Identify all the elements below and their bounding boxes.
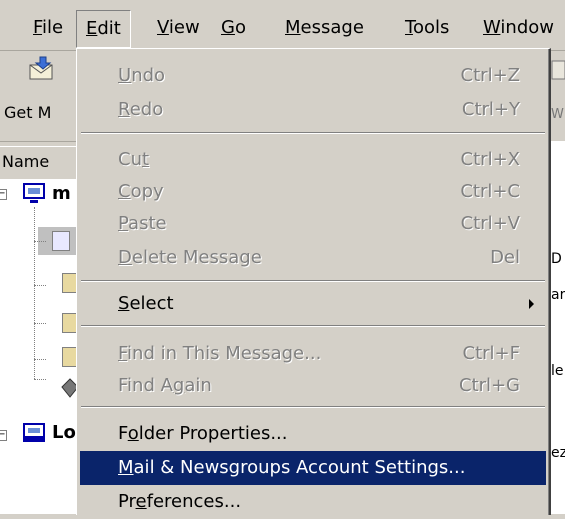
edit-menu: Undo Ctrl+Z Redo Ctrl+Y Cut Ctrl+X Copy …	[76, 48, 551, 515]
account-settings-label: Mail & Newsgroups Account Settings...	[118, 457, 466, 478]
menu-separator	[81, 280, 545, 282]
select-label: Select	[118, 293, 174, 314]
menu-go[interactable]: Go	[212, 11, 255, 45]
menu-separator	[81, 325, 545, 327]
copy-shortcut: Ctrl+C	[460, 181, 520, 202]
cut-label: Cut	[118, 149, 150, 170]
message-fragment: ez	[551, 445, 565, 461]
menu-item-paste[interactable]: Paste Ctrl+V	[80, 207, 546, 241]
menu-message[interactable]: Message	[276, 11, 373, 45]
local-folders-icon	[23, 423, 45, 442]
menu-go-label-post: o	[234, 17, 246, 38]
menu-view-label-post: iew	[168, 17, 200, 38]
message-fragment: le	[551, 363, 564, 379]
menu-tools-label-post: ools	[412, 17, 450, 38]
folder-pane: − m − Lo	[0, 179, 82, 514]
menu-window[interactable]: Window	[474, 11, 563, 45]
account2-label[interactable]: Lo	[52, 422, 76, 443]
find-again-label: Find Again	[118, 375, 212, 396]
menu-item-select[interactable]: Select	[80, 287, 546, 321]
menu-message-label-key: M	[285, 17, 301, 38]
menu-window-label-key: W	[483, 17, 501, 38]
undo-label: Undo	[118, 65, 166, 86]
find-in-message-label: Find in This Message...	[118, 343, 322, 364]
menu-item-folder-properties[interactable]: Folder Properties...	[80, 417, 546, 451]
menu-go-label-key: G	[221, 17, 235, 38]
delete-message-label: Delete Message	[118, 247, 262, 268]
message-fragment: D	[551, 251, 562, 267]
message-fragment: ar	[551, 287, 565, 303]
menubar: File Edit View Go Message Tools Window	[0, 0, 565, 51]
menu-item-account-settings[interactable]: Mail & Newsgroups Account Settings...	[80, 451, 546, 485]
menu-file-label-key: F	[33, 17, 43, 38]
menu-item-redo[interactable]: Redo Ctrl+Y	[80, 93, 546, 127]
folder-column-header[interactable]: Name	[0, 146, 82, 180]
toolbar-right-icon	[551, 60, 565, 80]
menu-tools-label-key: T	[405, 17, 413, 38]
delete-message-shortcut: Del	[490, 247, 520, 268]
menu-file-label-post: ile	[42, 17, 64, 38]
menu-item-undo[interactable]: Undo Ctrl+Z	[80, 59, 546, 93]
menu-item-delete-message[interactable]: Delete Message Del	[80, 241, 546, 275]
account-expander[interactable]: −	[0, 189, 7, 200]
paste-label: Paste	[118, 213, 167, 234]
submenu-arrow-icon	[529, 299, 534, 309]
local-folders-expander[interactable]: −	[0, 430, 7, 441]
menu-file[interactable]: File	[24, 11, 72, 45]
account1-label[interactable]: m	[52, 183, 71, 204]
menu-separator	[81, 132, 545, 134]
menu-tools[interactable]: Tools	[396, 11, 458, 45]
folder-properties-label: Folder Properties...	[118, 423, 288, 444]
menu-edit-label-post: dit	[97, 18, 121, 39]
menu-view-label-key: V	[157, 17, 169, 38]
menu-window-label-post: indow	[500, 17, 554, 38]
undo-shortcut: Ctrl+Z	[460, 65, 520, 86]
get-mail-label: Get M	[4, 103, 52, 122]
copy-label: Copy	[118, 181, 164, 202]
menu-edit[interactable]: Edit	[76, 10, 131, 48]
menu-item-copy[interactable]: Copy Ctrl+C	[80, 175, 546, 209]
menu-view[interactable]: View	[148, 11, 209, 45]
menu-message-label-post: essage	[300, 17, 364, 38]
cut-shortcut: Ctrl+X	[460, 149, 520, 170]
menu-edit-label-key: E	[86, 18, 98, 39]
paste-shortcut: Ctrl+V	[460, 213, 520, 234]
menu-item-cut[interactable]: Cut Ctrl+X	[80, 143, 546, 177]
menu-separator	[81, 406, 545, 408]
toolbar-right-label: W	[551, 107, 564, 122]
find-in-message-shortcut: Ctrl+F	[462, 343, 520, 364]
redo-label: Redo	[118, 99, 164, 120]
menu-item-find-again[interactable]: Find Again Ctrl+G	[80, 369, 546, 403]
get-mail-icon	[29, 56, 53, 80]
account-icon	[23, 183, 45, 203]
folder-icon	[52, 231, 70, 251]
redo-shortcut: Ctrl+Y	[461, 99, 520, 120]
find-again-shortcut: Ctrl+G	[458, 375, 520, 396]
menu-item-find-in-message[interactable]: Find in This Message... Ctrl+F	[80, 337, 546, 371]
